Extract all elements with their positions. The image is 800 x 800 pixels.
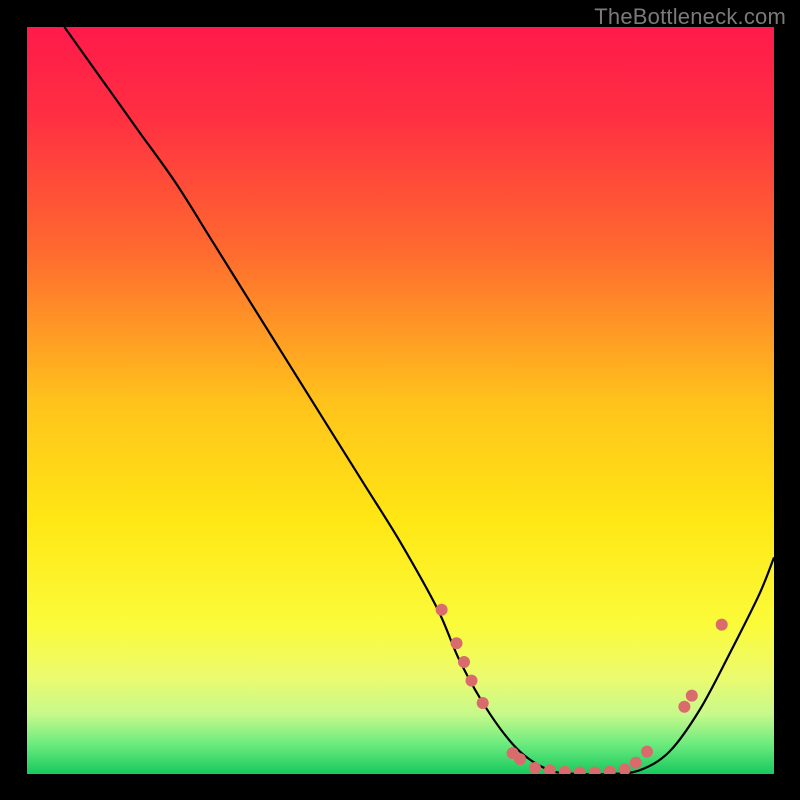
data-markers: [436, 604, 728, 774]
data-marker: [451, 637, 463, 649]
data-marker: [529, 762, 541, 774]
curve-layer: [27, 27, 774, 774]
chart-container: TheBottleneck.com: [0, 0, 800, 800]
data-marker: [574, 767, 586, 775]
data-marker: [716, 619, 728, 631]
data-marker: [514, 753, 526, 765]
data-marker: [589, 767, 601, 775]
data-marker: [604, 766, 616, 774]
bottleneck-curve: [64, 27, 774, 774]
data-marker: [619, 764, 631, 775]
plot-area: [27, 27, 774, 774]
data-marker: [641, 746, 653, 758]
data-marker: [678, 701, 690, 713]
data-marker: [436, 604, 448, 616]
data-marker: [477, 697, 489, 709]
data-marker: [458, 656, 470, 668]
data-marker: [686, 690, 698, 702]
data-marker: [466, 675, 478, 687]
data-marker: [559, 766, 571, 774]
data-marker: [630, 757, 642, 769]
data-marker: [544, 764, 556, 774]
